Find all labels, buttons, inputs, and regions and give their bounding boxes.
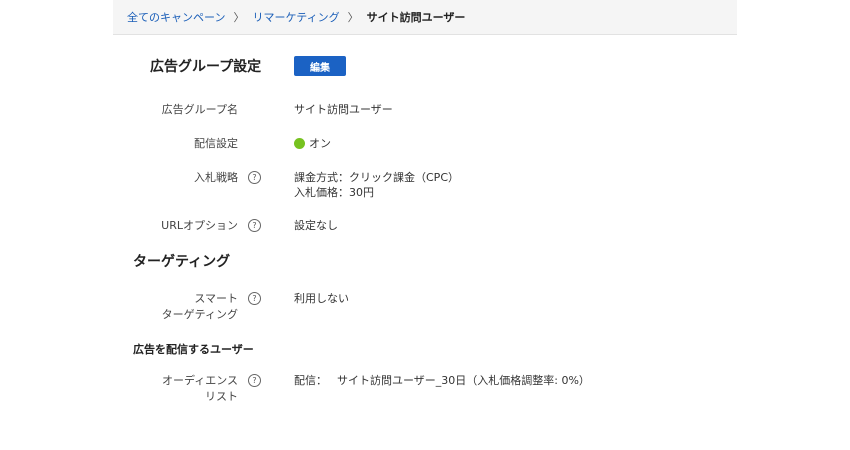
- breadcrumb-all-campaigns[interactable]: 全てのキャンペーン: [127, 9, 225, 25]
- help-icon[interactable]: ?: [248, 292, 261, 305]
- ad-group-name-label: 広告グループ名: [161, 103, 238, 116]
- delivery-status: オン: [294, 135, 331, 152]
- help-icon[interactable]: ?: [248, 374, 261, 387]
- breadcrumb-remarketing[interactable]: リマーケティング: [252, 9, 339, 25]
- help-icon[interactable]: ?: [248, 219, 261, 232]
- audience-list-label-line2: リスト: [205, 390, 238, 403]
- edit-button[interactable]: 編集: [294, 56, 346, 76]
- section-title-ad-group-settings: 広告グループ設定: [150, 59, 262, 75]
- audience-list-label-line1: オーディエンス: [161, 374, 238, 387]
- smart-targeting-value: 利用しない: [294, 292, 349, 305]
- bid-strategy-price: 入札価格：30円: [294, 186, 374, 199]
- delivery-status-text: オン: [309, 137, 331, 150]
- help-icon[interactable]: ?: [248, 171, 261, 184]
- delivery-setting-label: 配信設定: [194, 137, 238, 150]
- section-title-audience: 広告を配信するユーザー: [133, 343, 254, 356]
- chevron-right-icon: 〉: [233, 11, 245, 24]
- bid-strategy-label: 入札戦略: [194, 171, 238, 184]
- section-title-targeting: ターゲティング: [133, 254, 231, 270]
- audience-list-name: サイト訪問ユーザー_30日（入札価格調整率: 0%）: [337, 374, 590, 387]
- audience-list-value: 配信： サイト訪問ユーザー_30日（入札価格調整率: 0%）: [294, 372, 590, 389]
- chevron-right-icon: 〉: [347, 11, 359, 24]
- ad-group-name-value: サイト訪問ユーザー: [294, 103, 393, 116]
- breadcrumb-current: サイト訪問ユーザー: [366, 11, 466, 24]
- status-on-icon: [294, 138, 305, 149]
- audience-delivery-prefix: 配信：: [294, 374, 327, 387]
- breadcrumb: 全てのキャンペーン 〉 リマーケティング 〉 サイト訪問ユーザー: [113, 0, 737, 35]
- url-option-label: URLオプション: [161, 219, 238, 232]
- smart-targeting-label-line2: ターゲティング: [161, 308, 238, 321]
- smart-targeting-label-line1: スマート: [194, 292, 238, 305]
- url-option-value: 設定なし: [294, 219, 338, 232]
